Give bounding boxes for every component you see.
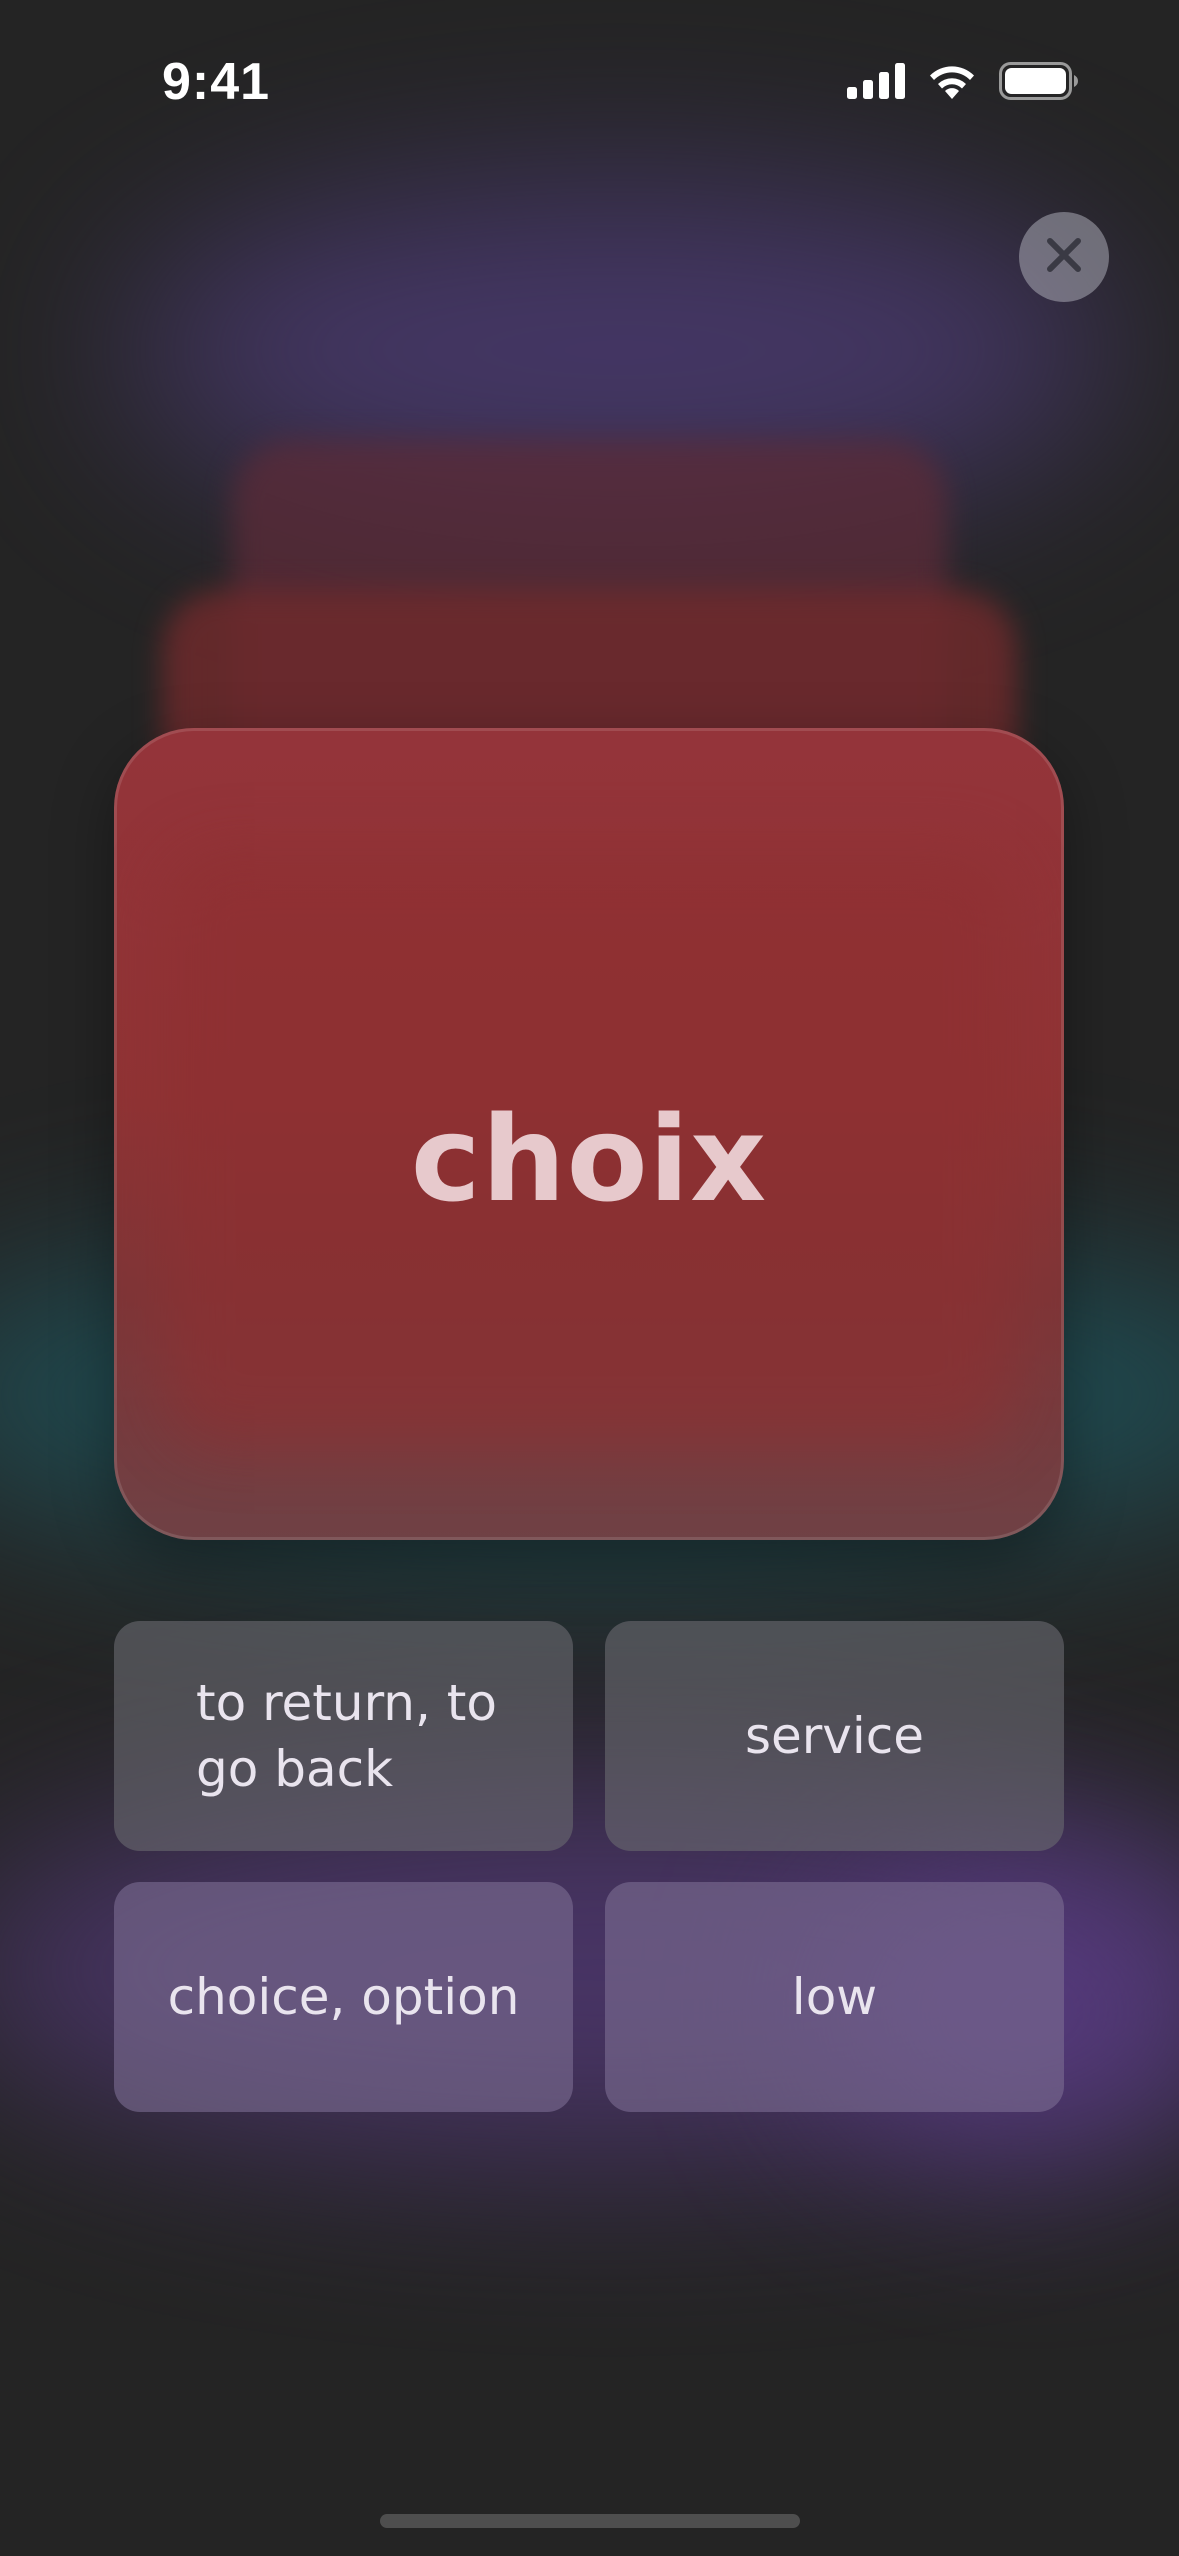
wifi-icon (927, 63, 977, 103)
answer-option-2[interactable]: service (605, 1621, 1064, 1851)
answer-option-1[interactable]: to return, to go back (114, 1621, 573, 1851)
answer-option-3[interactable]: choice, option (114, 1882, 573, 2112)
answer-option-label: service (744, 1707, 925, 1765)
flashcard[interactable]: choix (114, 728, 1064, 1540)
answer-option-label: to return, to go back (196, 1674, 497, 1798)
home-indicator[interactable] (380, 2514, 800, 2528)
status-time: 9:41 (162, 53, 271, 111)
answer-option-label: choice, option (167, 1968, 520, 2026)
answer-option-label: low (791, 1968, 878, 2026)
cellular-signal-icon (847, 63, 905, 103)
flashcard-quiz-screen: 9:41 choix to return, to go back service… (0, 0, 1179, 2556)
flashcard-word: choix (410, 1090, 768, 1228)
battery-icon (999, 62, 1079, 104)
answer-option-4[interactable]: low (605, 1882, 1064, 2112)
status-icons (847, 62, 1079, 104)
close-button[interactable] (1019, 212, 1109, 302)
status-bar: 9:41 (0, 0, 1179, 170)
close-icon (1044, 235, 1084, 279)
